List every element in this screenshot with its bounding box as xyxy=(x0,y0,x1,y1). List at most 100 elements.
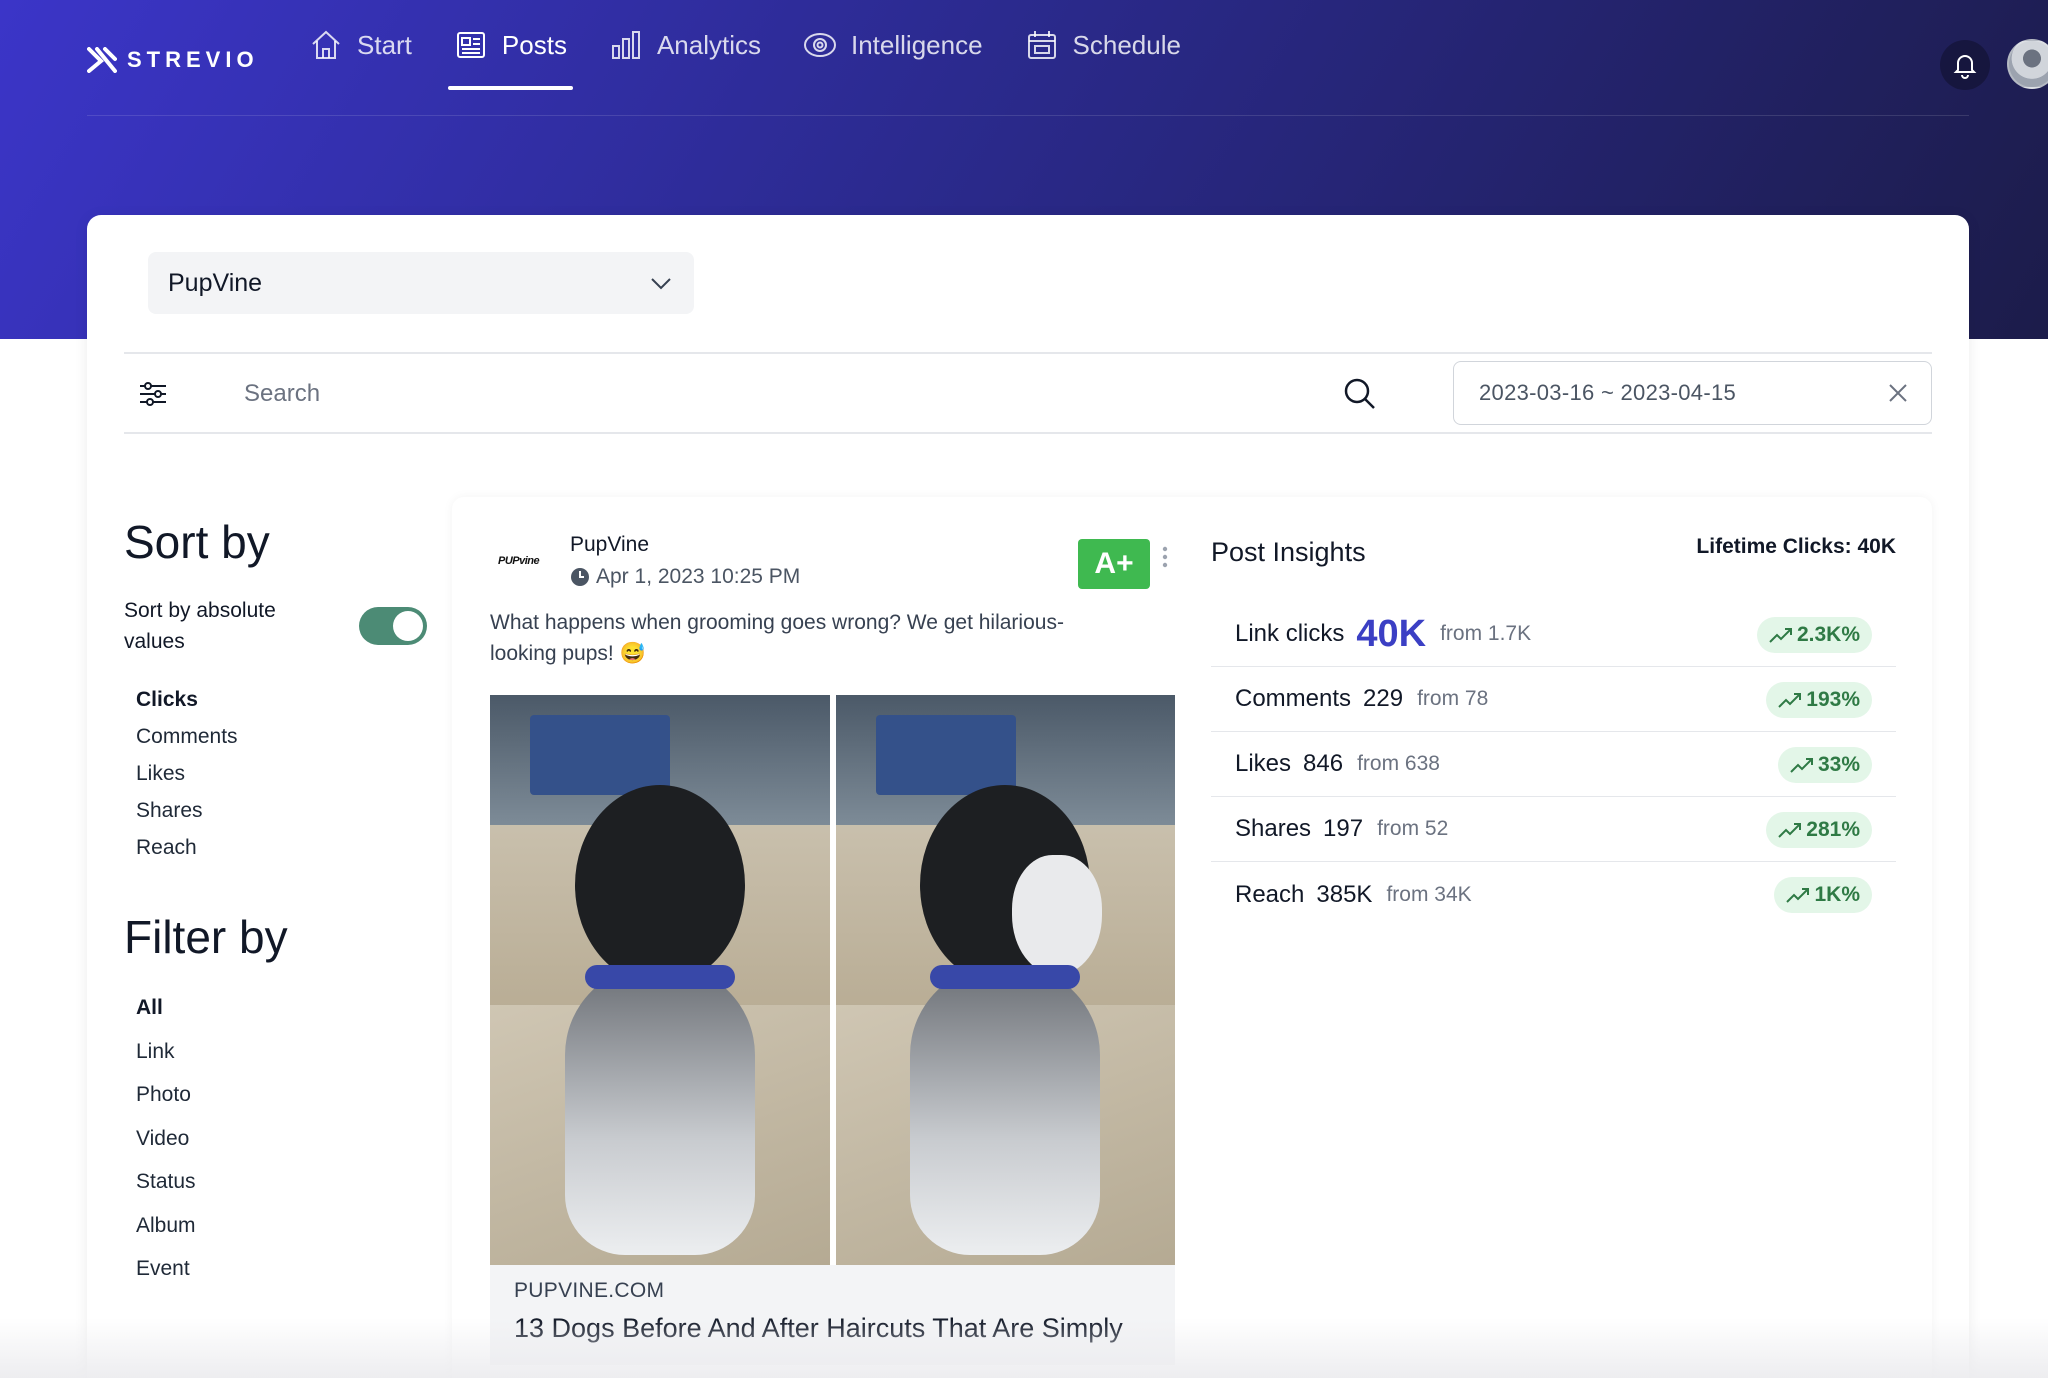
dog-photo-after xyxy=(835,695,1175,1265)
metric-row-likes: Likes 846 from 638 33% xyxy=(1211,732,1896,797)
account-select-value: PupVine xyxy=(168,268,263,297)
post-card: PUPvine PupVine Apr 1, 2023 10:25 PM A+ … xyxy=(452,497,1932,1378)
sort-by-title: Sort by xyxy=(124,516,270,568)
sort-option-clicks[interactable]: Clicks xyxy=(136,681,444,718)
trending-up-icon xyxy=(1786,888,1810,903)
nav-item-schedule[interactable]: Schedule xyxy=(1019,0,1187,90)
document-icon xyxy=(456,32,485,58)
metrics-list: Link clicks 40K from 1.7K 2.3K% Comments… xyxy=(1211,602,1896,927)
search-bar: 2023-03-16 ~ 2023-04-15 xyxy=(124,352,1932,434)
link-domain: PUPVINE.COM xyxy=(514,1279,665,1302)
filter-option-status[interactable]: Status xyxy=(136,1160,444,1204)
trending-up-icon xyxy=(1790,758,1813,773)
clock-icon xyxy=(571,568,589,586)
bar-chart-icon xyxy=(611,31,640,59)
metric-previous: from 78 xyxy=(1417,687,1489,710)
nav-item-label: Posts xyxy=(501,29,567,60)
metric-change-badge: 2.3K% xyxy=(1756,617,1872,653)
grade-badge: A+ xyxy=(1078,539,1150,589)
link-preview[interactable]: PUPVINE.COM 13 Dogs Before And After Hai… xyxy=(490,1265,1175,1365)
brand-logo[interactable]: STREVIO xyxy=(87,47,259,73)
more-options-icon[interactable] xyxy=(1161,545,1169,569)
bell-icon xyxy=(1953,55,1977,79)
post-author[interactable]: PupVine xyxy=(570,533,649,557)
metric-name: Comments xyxy=(1235,685,1352,712)
eye-icon xyxy=(804,33,836,57)
strevio-logo-icon xyxy=(87,47,117,73)
metric-row-comments: Comments 229 from 78 193% xyxy=(1211,667,1896,732)
home-icon xyxy=(312,30,340,59)
post-date: Apr 1, 2023 10:25 PM xyxy=(570,565,800,589)
filter-option-link[interactable]: Link xyxy=(136,1030,444,1074)
lifetime-clicks: Lifetime Clicks: 40K xyxy=(1696,535,1896,558)
metric-previous: from 638 xyxy=(1357,752,1440,775)
search-icon[interactable] xyxy=(1342,376,1378,412)
insights-title: Post Insights xyxy=(1211,537,1366,567)
post-caption: What happens when grooming goes wrong? W… xyxy=(490,611,1064,665)
metric-name: Link clicks xyxy=(1235,620,1345,647)
filter-by-title: Filter by xyxy=(124,911,288,963)
nav-item-label: Schedule xyxy=(1072,29,1181,60)
metric-value: 229 xyxy=(1363,685,1404,712)
nav-item-posts[interactable]: Posts xyxy=(447,0,573,90)
metric-value: 197 xyxy=(1323,815,1364,842)
post-date-text: Apr 1, 2023 10:25 PM xyxy=(596,565,801,588)
metric-previous: from 1.7K xyxy=(1440,622,1532,645)
metric-previous: from 34K xyxy=(1386,882,1472,906)
post-image[interactable] xyxy=(490,695,1175,1265)
trending-up-icon xyxy=(1769,628,1792,643)
trending-up-icon xyxy=(1778,693,1802,708)
nav-item-intelligence[interactable]: Intelligence xyxy=(797,0,989,90)
close-icon[interactable] xyxy=(1887,382,1909,404)
main-card: PupVine 2023-03-16 ~ 2023-04-15 Sort by … xyxy=(87,215,1969,1378)
metric-change-badge: 281% xyxy=(1766,812,1872,848)
nav-item-label: Intelligence xyxy=(851,29,983,60)
filter-option-photo[interactable]: Photo xyxy=(136,1073,444,1117)
filter-sliders-icon[interactable] xyxy=(138,379,168,409)
sort-option-reach[interactable]: Reach xyxy=(136,829,444,866)
metric-name: Shares xyxy=(1235,815,1312,842)
metric-change-badge: 33% xyxy=(1777,747,1872,783)
metric-value: 385K xyxy=(1316,880,1373,908)
nav-item-label: Start xyxy=(357,29,412,60)
filter-option-album[interactable]: Album xyxy=(136,1204,444,1248)
nav-item-analytics[interactable]: Analytics xyxy=(603,0,767,90)
link-title: 13 Dogs Before And After Haircuts That A… xyxy=(514,1313,1123,1343)
date-range-picker[interactable]: 2023-03-16 ~ 2023-04-15 xyxy=(1453,361,1932,425)
absolute-values-toggle[interactable] xyxy=(359,607,427,645)
nav-item-start[interactable]: Start xyxy=(303,0,418,90)
metric-value: 40K xyxy=(1356,612,1427,655)
sort-option-comments[interactable]: Comments xyxy=(136,718,444,755)
filter-option-event[interactable]: Event xyxy=(136,1247,444,1291)
date-range-value: 2023-03-16 ~ 2023-04-15 xyxy=(1479,380,1737,405)
metric-name: Reach xyxy=(1235,880,1305,908)
metric-change-badge: 1K% xyxy=(1774,877,1872,913)
brand-name: STREVIO xyxy=(127,47,259,72)
chevron-down-icon xyxy=(651,278,671,290)
sort-option-likes[interactable]: Likes xyxy=(136,755,444,792)
page-logo: PUPvine xyxy=(498,555,540,567)
dog-photo-before xyxy=(490,695,830,1265)
notifications-button[interactable] xyxy=(1940,40,1990,90)
filter-option-all[interactable]: All xyxy=(136,986,444,1030)
metric-row-reach: Reach 385K from 34K 1K% xyxy=(1211,862,1896,927)
metric-change: 281% xyxy=(1806,818,1860,841)
account-select[interactable]: PupVine xyxy=(148,252,694,314)
calendar-icon xyxy=(1027,31,1056,59)
search-input[interactable] xyxy=(244,374,1244,414)
metric-value: 846 xyxy=(1303,750,1344,777)
toggle-knob xyxy=(393,611,423,641)
top-navigation: STREVIO Start Posts Analytics Intelligen… xyxy=(87,0,2048,116)
absolute-values-row: Sort by absolute values xyxy=(124,595,444,659)
filter-option-video[interactable]: Video xyxy=(136,1117,444,1161)
metric-row-shares: Shares 197 from 52 281% xyxy=(1211,797,1896,862)
sort-options: Clicks Comments Likes Shares Reach xyxy=(124,681,444,866)
nav-menu: Start Posts Analytics Intelligence Sched… xyxy=(303,0,1217,116)
metric-change: 1K% xyxy=(1814,883,1860,906)
metric-name: Likes xyxy=(1235,750,1292,777)
filter-options: All Link Photo Video Status Album Event xyxy=(124,986,444,1291)
sort-option-shares[interactable]: Shares xyxy=(136,792,444,829)
sidebar: Sort by Sort by absolute values Clicks C… xyxy=(124,515,444,1291)
nav-item-label: Analytics xyxy=(656,29,761,60)
metric-change: 2.3K% xyxy=(1796,623,1860,646)
